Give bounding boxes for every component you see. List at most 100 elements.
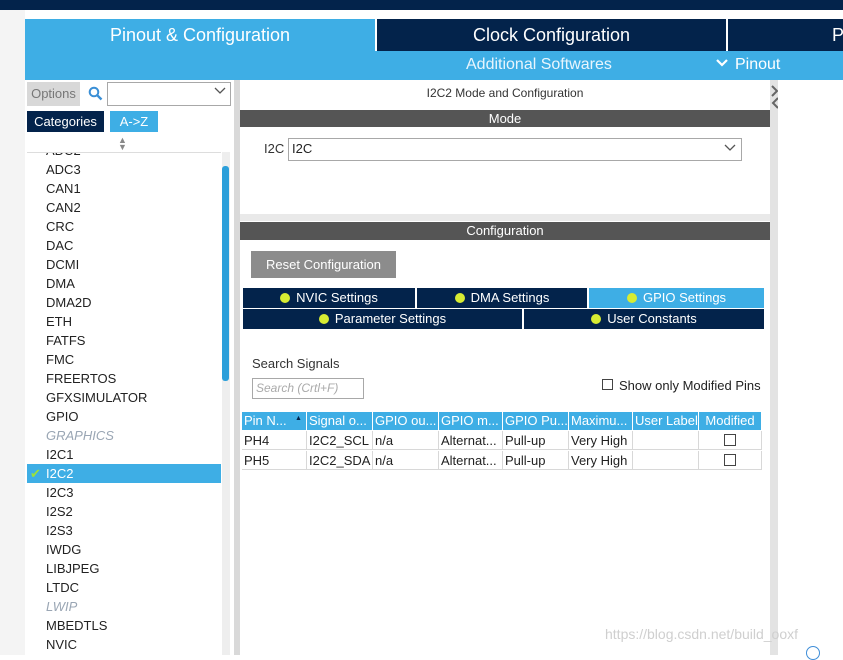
list-item-freertos[interactable]: FREERTOS	[27, 369, 221, 388]
list-item-can1[interactable]: CAN1	[27, 179, 221, 198]
tab-dma-settings[interactable]: DMA Settings	[417, 288, 587, 308]
modified-checkbox[interactable]	[724, 454, 736, 466]
table-cell-gpio-out[interactable]: n/a	[373, 431, 439, 450]
sort-icon[interactable]: ▲	[295, 415, 302, 422]
check-icon	[626, 293, 637, 303]
list-item-fmc[interactable]: FMC	[27, 350, 221, 369]
list-item-lwip[interactable]: LWIP	[27, 597, 221, 616]
table-cell-signal[interactable]: I2C2_SDA	[307, 451, 373, 470]
list-item-label: I2S2	[46, 504, 73, 519]
table-cell-gpio-mode[interactable]: Alternat...	[439, 451, 503, 470]
list-item-dma2d[interactable]: DMA2D	[27, 293, 221, 312]
show-modified-label: Show only Modified Pins	[619, 378, 761, 393]
table-cell-gpio-pull[interactable]: Pull-up	[503, 451, 569, 470]
list-item-adc3[interactable]: ADC3	[27, 160, 221, 179]
table-cell-modified[interactable]	[699, 451, 762, 470]
mode-panel-title: I2C2 Mode and Configuration	[426, 86, 584, 100]
column-header[interactable]: Maximu...	[569, 412, 633, 430]
sort-icon[interactable]: ▲ ▼	[118, 136, 127, 152]
tab-user-constants[interactable]: User Constants	[524, 309, 764, 329]
show-modified-checkbox[interactable]	[602, 379, 613, 390]
tab-gpio-settings[interactable]: GPIO Settings	[589, 288, 764, 308]
modified-checkbox[interactable]	[724, 434, 736, 446]
column-header[interactable]: GPIO m...	[439, 412, 503, 430]
list-item-adc2[interactable]: ADC2	[27, 153, 221, 160]
tab-categories[interactable]: Categories	[27, 111, 104, 132]
list-scrollbar-thumb[interactable]	[222, 166, 229, 381]
table-cell-signal[interactable]: I2C2_SCL	[307, 431, 373, 450]
list-item-mbedtls[interactable]: MBEDTLS	[27, 616, 221, 635]
list-item-graphics[interactable]: GRAPHICS	[27, 426, 221, 445]
list-item-label: LTDC	[46, 580, 79, 595]
check-icon	[280, 293, 291, 303]
list-item-nvic[interactable]: NVIC	[27, 635, 221, 654]
column-header[interactable]: Signal o...	[307, 412, 373, 430]
list-item-ltdc[interactable]: LTDC	[27, 578, 221, 597]
list-item-i2s3[interactable]: I2S3	[27, 521, 221, 540]
additional-softwares-menu[interactable]: Additional Softwares	[466, 51, 612, 80]
list-item-label: ETH	[46, 314, 72, 329]
column-header[interactable]: Modified	[699, 412, 762, 430]
list-item-dma[interactable]: DMA	[27, 274, 221, 293]
i2c-mode-label: I2C	[264, 141, 285, 156]
search-signals-placeholder: Search (Crtl+F)	[256, 381, 339, 395]
column-header[interactable]: GPIO ou...	[373, 412, 439, 430]
list-item-eth[interactable]: ETH	[27, 312, 221, 331]
search-signals-input[interactable]: Search (Crtl+F)	[252, 378, 364, 399]
table-cell-user-label[interactable]	[633, 431, 699, 450]
table-cell-pin[interactable]: PH5	[242, 451, 307, 470]
search-icon[interactable]	[88, 86, 103, 104]
table-cell-pin[interactable]: PH4	[242, 431, 307, 450]
tab-clock-configuration[interactable]: Clock Configuration	[377, 19, 726, 51]
list-item-gfxsimulator[interactable]: GFXSIMULATOR	[27, 388, 221, 407]
tab-nvic-label: NVIC Settings	[296, 290, 378, 305]
table-cell-gpio-out[interactable]: n/a	[373, 451, 439, 470]
list-item-dac[interactable]: DAC	[27, 236, 221, 255]
table-cell-modified[interactable]	[699, 431, 762, 450]
list-item-i2s2[interactable]: I2S2	[27, 502, 221, 521]
info-icon[interactable]	[806, 646, 820, 660]
table-cell-gpio-mode[interactable]: Alternat...	[439, 431, 503, 450]
list-item-label: GPIO	[46, 409, 79, 424]
table-cell-max-speed[interactable]: Very High	[569, 451, 633, 470]
tab-pinout-configuration[interactable]: Pinout & Configuration	[25, 19, 375, 51]
list-item-i2c1[interactable]: I2C1	[27, 445, 221, 464]
search-combo-box[interactable]	[107, 82, 231, 106]
list-item-libjpeg[interactable]: LIBJPEG	[27, 559, 221, 578]
tab-a-z[interactable]: A->Z	[110, 111, 158, 132]
search-signals-label: Search Signals	[252, 356, 340, 371]
list-item-label: I2C2	[46, 466, 74, 481]
column-header[interactable]: GPIO Pu...	[503, 412, 569, 430]
list-item-label: DAC	[46, 238, 74, 253]
check-icon	[318, 314, 329, 324]
panel-splitter[interactable]	[770, 80, 778, 655]
watermark-text: https://blog.csdn.net/build_ooxf	[605, 626, 799, 642]
reset-configuration-button[interactable]: Reset Configuration	[251, 251, 396, 278]
i2c-mode-select[interactable]: I2C	[288, 138, 742, 161]
list-item-i2c3[interactable]: I2C3	[27, 483, 221, 502]
column-header[interactable]: User Label	[633, 412, 699, 430]
tab-param-label: Parameter Settings	[334, 311, 447, 326]
list-item-gpio[interactable]: GPIO	[27, 407, 221, 426]
table-cell-user-label[interactable]	[633, 451, 699, 470]
list-item-crc[interactable]: CRC	[27, 217, 221, 236]
list-item-label: GFXSIMULATOR	[46, 390, 148, 405]
list-item-label: I2C1	[46, 447, 74, 462]
list-item-label: MBEDTLS	[46, 618, 108, 633]
pinout-menu[interactable]: Pinout	[715, 51, 780, 80]
list-item-label: FATFS	[46, 333, 86, 348]
tab-project-manager[interactable]: P	[728, 19, 843, 51]
list-item-fatfs[interactable]: FATFS	[27, 331, 221, 350]
list-item-i2c2[interactable]: ✔ I2C2	[27, 464, 221, 483]
tab-nvic-settings[interactable]: NVIC Settings	[243, 288, 415, 308]
list-item-iwdg[interactable]: IWDG	[27, 540, 221, 559]
list-item-can2[interactable]: CAN2	[27, 198, 221, 217]
list-item-dcmi[interactable]: DCMI	[27, 255, 221, 274]
table-cell-gpio-pull[interactable]: Pull-up	[503, 431, 569, 450]
list-item-label: GRAPHICS	[46, 428, 114, 443]
options-button[interactable]: Options	[27, 82, 80, 106]
main-tab-bar: Pinout & Configuration Clock Configurati…	[25, 19, 843, 51]
tab-parameter-settings[interactable]: Parameter Settings	[243, 309, 522, 329]
table-cell-max-speed[interactable]: Very High	[569, 431, 633, 450]
chevron-down-icon	[214, 87, 226, 94]
